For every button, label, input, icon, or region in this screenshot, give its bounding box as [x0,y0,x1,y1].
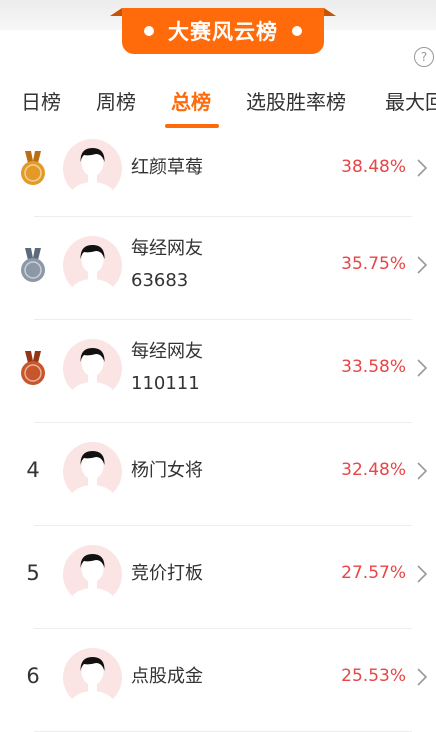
tab-stock-win-rate[interactable]: 选股胜率榜 [246,86,346,115]
user-name-line: 每经网友 [131,341,203,362]
ranking-row[interactable]: 4 杨门女将 32.48% [0,423,436,526]
banner-body: 大赛风云榜 [122,8,324,54]
ranking-row[interactable]: 6 点股成金 25.53% [0,629,436,732]
rank-number: 6 [26,664,40,688]
user-name-line: 63683 [131,270,189,291]
tab-bar: 日榜 周榜 总榜 选股胜率榜 最大回 [0,86,436,126]
user-name: 点股成金 [131,661,203,693]
banner-dot-left [144,26,154,36]
user-name: 每经网友 63683 [131,233,203,297]
return-percent: 25.53% [341,666,406,686]
gold-medal-icon [19,151,47,187]
avatar[interactable] [63,139,122,198]
leaderboard-banner: 大赛风云榜 [110,8,336,56]
rank-number: 4 [26,458,40,482]
user-name: 红颜草莓 [131,152,203,184]
user-name-line: 点股成金 [131,666,203,687]
tab-weekly[interactable]: 周榜 [96,86,136,115]
banner-ribbon-right [324,8,336,16]
user-name-line: 杨门女将 [131,460,203,481]
banner-title: 大赛风云榜 [168,20,278,44]
ranking-row[interactable]: 每经网友 63683 35.75% [0,217,436,320]
tab-daily[interactable]: 日榜 [21,86,61,115]
chevron-right-icon[interactable] [416,667,428,687]
ranking-row[interactable]: 每经网友 110111 33.58% [0,320,436,423]
silver-medal-icon [19,248,47,284]
tab-overall[interactable]: 总榜 [171,86,211,115]
user-name-line: 110111 [131,373,200,394]
ranking-list: 红颜草莓 38.48% 每经网友 63683 35.75% 每经网友 110111 33.58… [0,128,436,732]
avatar[interactable] [63,545,122,604]
chevron-right-icon[interactable] [416,461,428,481]
user-name: 每经网友 110111 [131,336,203,400]
user-name-line: 每经网友 [131,238,203,259]
bronze-medal-icon [19,351,47,387]
return-percent: 38.48% [341,157,406,177]
rank-number: 5 [26,561,40,585]
help-icon[interactable]: ? [414,47,434,67]
chevron-right-icon[interactable] [416,255,428,275]
user-name: 竞价打板 [131,558,203,590]
ranking-row[interactable]: 红颜草莓 38.48% [0,128,436,217]
chevron-right-icon[interactable] [416,158,428,178]
avatar[interactable] [63,648,122,707]
banner-dot-right [292,26,302,36]
return-percent: 33.58% [341,357,406,377]
return-percent: 32.48% [341,460,406,480]
tab-max-drawdown[interactable]: 最大回 [385,86,436,115]
ranking-row[interactable]: 5 竞价打板 27.57% [0,526,436,629]
banner-ribbon-left [110,8,122,16]
user-name-line: 竞价打板 [131,563,203,584]
avatar[interactable] [63,442,122,501]
return-percent: 35.75% [341,254,406,274]
chevron-right-icon[interactable] [416,564,428,584]
chevron-right-icon[interactable] [416,358,428,378]
user-name-line: 红颜草莓 [131,157,203,178]
user-name: 杨门女将 [131,455,203,487]
return-percent: 27.57% [341,563,406,583]
avatar[interactable] [63,339,122,398]
avatar[interactable] [63,236,122,295]
